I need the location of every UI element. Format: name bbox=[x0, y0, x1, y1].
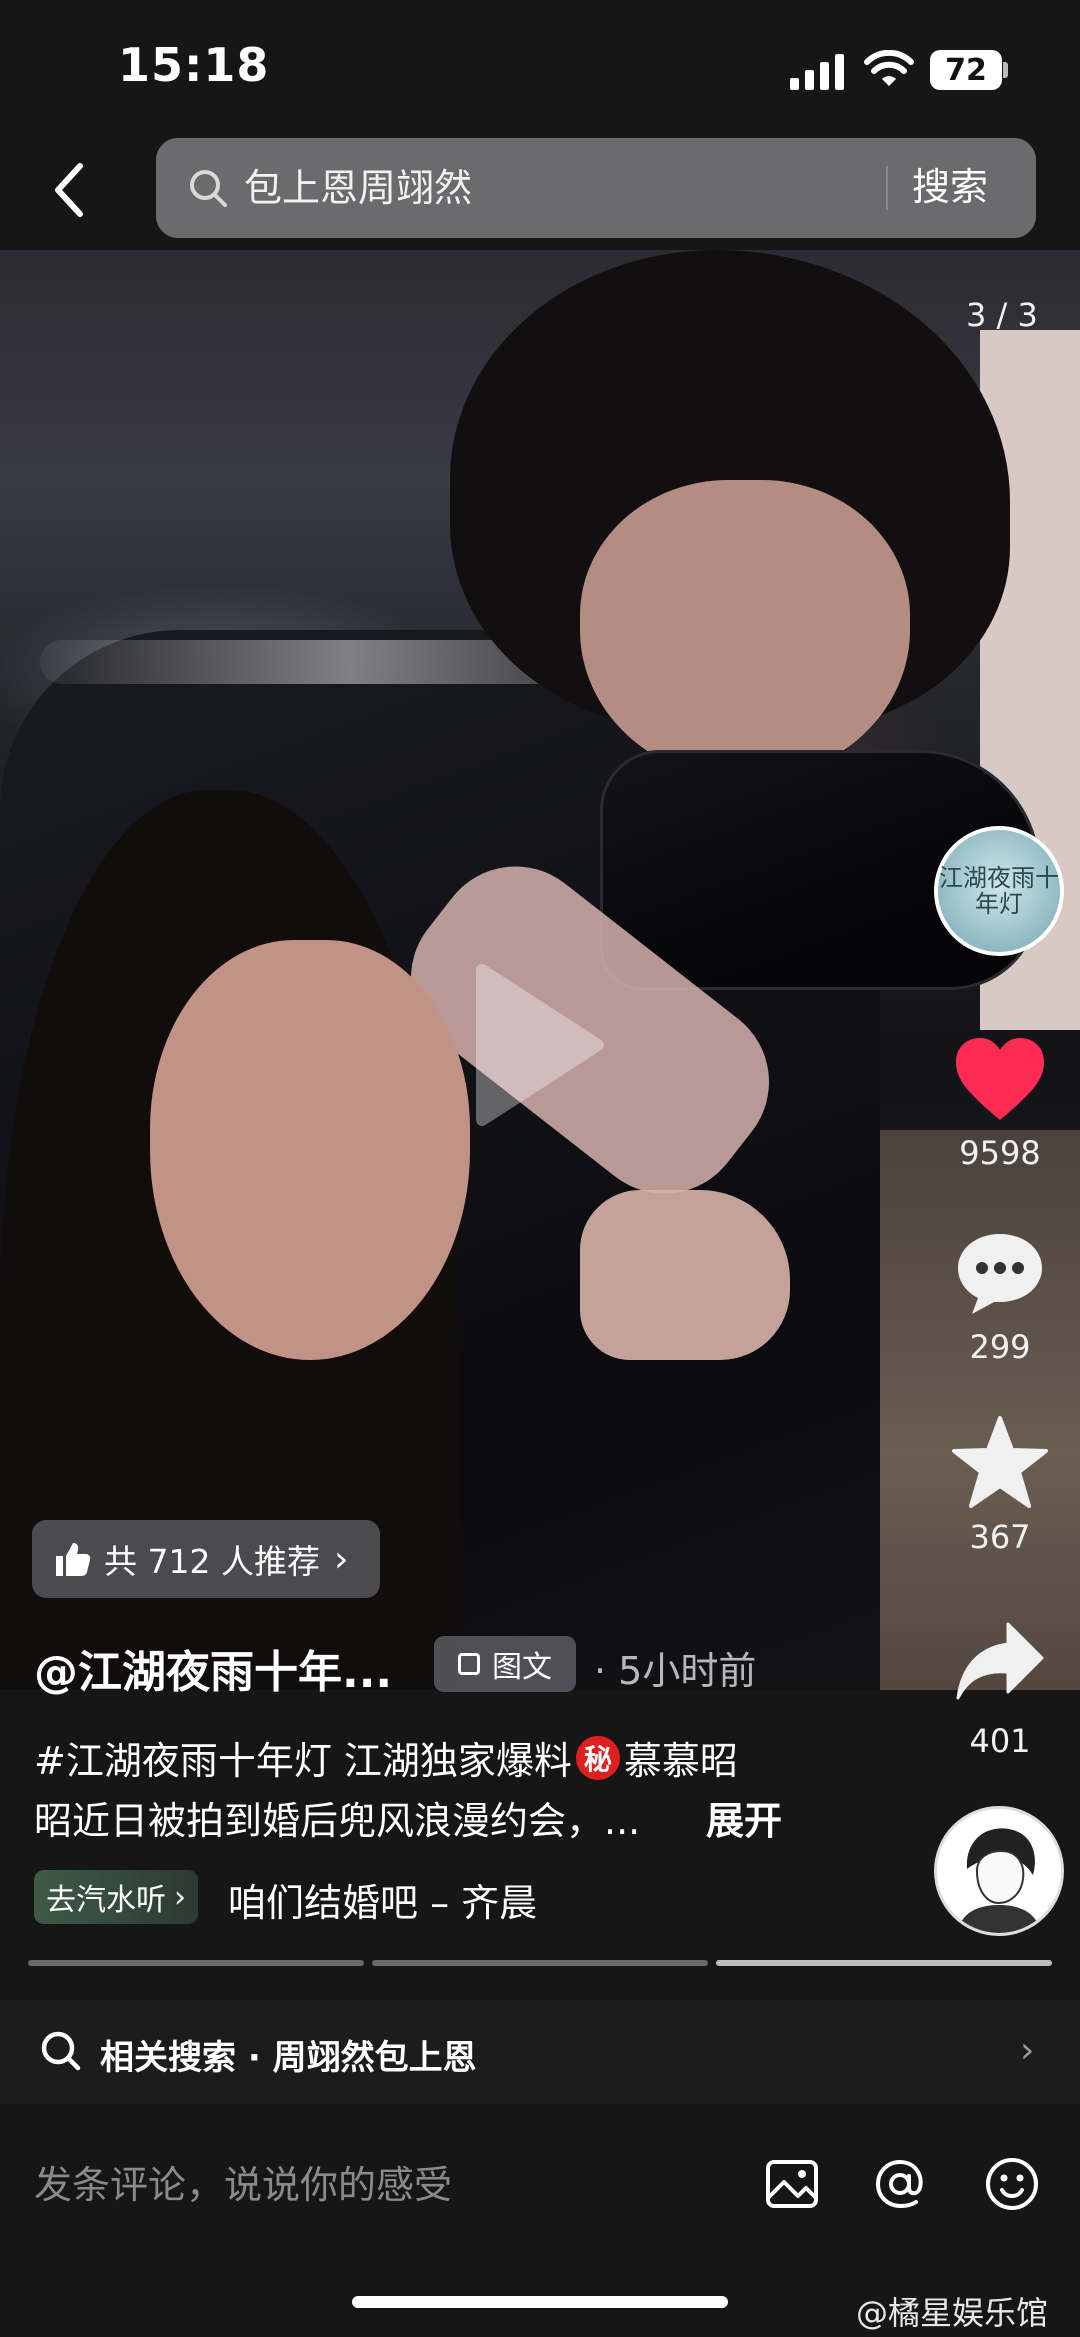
chevron-right-icon: › bbox=[1020, 2030, 1035, 2071]
man-face bbox=[580, 480, 910, 780]
home-indicator bbox=[352, 2296, 728, 2308]
share-icon[interactable] bbox=[954, 1618, 1046, 1704]
battery-nub bbox=[1003, 62, 1008, 78]
emoji-icon[interactable] bbox=[982, 2154, 1042, 2214]
hand bbox=[580, 1190, 790, 1360]
expand-button[interactable]: 展开 bbox=[706, 1790, 782, 1845]
song-title[interactable]: 咱们结婚吧 – 齐晨 bbox=[228, 1872, 537, 1927]
favorite-count: 367 bbox=[969, 1518, 1031, 1556]
author-name[interactable]: @江湖夜雨十年... bbox=[34, 1636, 392, 1700]
page-progress-1 bbox=[28, 1960, 364, 1966]
search-input[interactable] bbox=[244, 150, 864, 226]
thumbs-up-icon bbox=[56, 1543, 91, 1576]
image-post-icon bbox=[458, 1653, 480, 1675]
desc-text-a: #江湖夜雨十年灯 江湖独家爆料 bbox=[34, 1739, 572, 1783]
page-counter: 3 / 3 bbox=[966, 296, 1038, 334]
back-button[interactable] bbox=[38, 160, 98, 220]
related-search-label[interactable]: 相关搜索 · 周翊然包上恩 bbox=[100, 2030, 477, 2079]
timestamp: · 5小时前 bbox=[594, 1649, 757, 1693]
music-chip-label: 去汽水听 bbox=[46, 1883, 166, 1918]
type-badge-label: 图文 bbox=[492, 1650, 552, 1685]
back-icon bbox=[55, 163, 83, 217]
at-icon[interactable] bbox=[870, 2154, 930, 2214]
share-count: 401 bbox=[969, 1722, 1031, 1760]
woman-face bbox=[150, 940, 470, 1360]
heart-icon[interactable] bbox=[952, 1034, 1048, 1124]
search-divider bbox=[886, 166, 888, 210]
status-time: 15:18 bbox=[118, 38, 270, 92]
post-description-line2[interactable]: 昭近日被拍到婚后兜风浪漫约会，... bbox=[34, 1790, 640, 1845]
page-progress-2 bbox=[372, 1960, 708, 1966]
secret-badge: 秘 bbox=[575, 1735, 620, 1780]
search-icon bbox=[188, 168, 228, 208]
image-icon[interactable] bbox=[762, 2154, 822, 2214]
type-badge: 图文 bbox=[434, 1636, 576, 1692]
wifi-icon bbox=[864, 49, 914, 90]
search-button[interactable]: 搜索 bbox=[912, 156, 988, 211]
chevron-right-icon: › bbox=[174, 1879, 186, 1915]
play-icon[interactable] bbox=[468, 960, 608, 1130]
comment-input[interactable] bbox=[34, 2150, 734, 2220]
like-count: 9598 bbox=[959, 1134, 1041, 1172]
avatar[interactable] bbox=[934, 1806, 1064, 1936]
post-description-line1[interactable]: #江湖夜雨十年灯 江湖独家爆料 秘 慕慕昭 bbox=[34, 1730, 738, 1785]
signal-icon bbox=[790, 54, 846, 90]
recommend-count: 共 712 人推荐 bbox=[104, 1542, 320, 1581]
album-disc[interactable]: 江湖夜雨十年灯 bbox=[934, 826, 1064, 956]
star-icon[interactable] bbox=[950, 1414, 1050, 1510]
chevron-right-icon: › bbox=[333, 1538, 349, 1580]
watermark: @橘星娱乐馆 bbox=[856, 2294, 1049, 2332]
comment-count: 299 bbox=[969, 1328, 1031, 1366]
desc-text-b: 慕慕昭 bbox=[623, 1739, 738, 1783]
search-icon bbox=[40, 2030, 82, 2072]
recommend-chip[interactable]: 共 712 人推荐 › bbox=[32, 1520, 380, 1598]
page-progress-3 bbox=[716, 1960, 1052, 1966]
battery-indicator: 72 bbox=[930, 50, 1002, 90]
comment-icon[interactable] bbox=[952, 1228, 1048, 1318]
music-chip[interactable]: 去汽水听 › bbox=[34, 1870, 198, 1924]
